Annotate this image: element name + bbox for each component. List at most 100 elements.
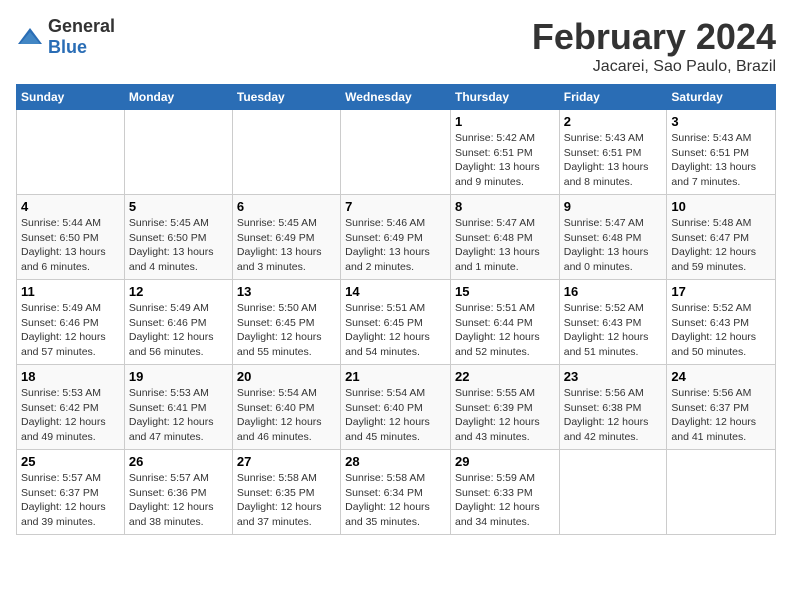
day-info: Sunrise: 5:45 AM Sunset: 6:50 PM Dayligh… xyxy=(129,216,228,275)
day-info: Sunrise: 5:45 AM Sunset: 6:49 PM Dayligh… xyxy=(237,216,336,275)
day-info: Sunrise: 5:49 AM Sunset: 6:46 PM Dayligh… xyxy=(129,301,228,360)
logo: General Blue xyxy=(16,16,115,58)
day-number: 22 xyxy=(455,369,555,384)
day-cell: 19 Sunrise: 5:53 AM Sunset: 6:41 PM Dayli… xyxy=(124,365,232,450)
day-number: 28 xyxy=(345,454,446,469)
calendar-table: SundayMondayTuesdayWednesdayThursdayFrid… xyxy=(16,84,776,535)
day-cell: 26Sunrise: 5:57 AM Sunset: 6:36 PM Dayli… xyxy=(124,450,232,535)
header: General Blue February 2024 Jacarei, Sao … xyxy=(16,16,776,76)
day-info: Sunrise: 5:49 AM Sunset: 6:46 PM Dayligh… xyxy=(21,301,120,360)
day-cell: 29Sunrise: 5:59 AM Sunset: 6:33 PM Dayli… xyxy=(450,450,559,535)
day-info: Sunrise: 5:57 AM Sunset: 6:36 PM Dayligh… xyxy=(129,471,228,530)
day-number: 15 xyxy=(455,284,555,299)
day-cell: 9 Sunrise: 5:47 AM Sunset: 6:48 PM Daylig… xyxy=(559,195,667,280)
day-cell: 22 Sunrise: 5:55 AM Sunset: 6:39 PM Dayli… xyxy=(450,365,559,450)
day-cell: 5 Sunrise: 5:45 AM Sunset: 6:50 PM Daylig… xyxy=(124,195,232,280)
day-cell: 16 Sunrise: 5:52 AM Sunset: 6:43 PM Dayli… xyxy=(559,280,667,365)
header-row: SundayMondayTuesdayWednesdayThursdayFrid… xyxy=(17,85,776,110)
day-cell: 21 Sunrise: 5:54 AM Sunset: 6:40 PM Dayli… xyxy=(341,365,451,450)
day-cell: 4 Sunrise: 5:44 AM Sunset: 6:50 PM Daylig… xyxy=(17,195,125,280)
logo-blue-text: Blue xyxy=(48,37,87,57)
day-cell: 11Sunrise: 5:49 AM Sunset: 6:46 PM Dayli… xyxy=(17,280,125,365)
day-cell: 8Sunrise: 5:47 AM Sunset: 6:48 PM Daylig… xyxy=(450,195,559,280)
day-cell xyxy=(232,110,340,195)
day-cell: 17Sunrise: 5:52 AM Sunset: 6:43 PM Dayli… xyxy=(667,280,776,365)
logo-general-text: General xyxy=(48,16,115,36)
day-number: 2 xyxy=(564,114,663,129)
day-info: Sunrise: 5:44 AM Sunset: 6:50 PM Dayligh… xyxy=(21,216,120,275)
column-header-saturday: Saturday xyxy=(667,85,776,110)
day-cell: 24Sunrise: 5:56 AM Sunset: 6:37 PM Dayli… xyxy=(667,365,776,450)
day-info: Sunrise: 5:47 AM Sunset: 6:48 PM Dayligh… xyxy=(564,216,663,275)
day-cell: 23 Sunrise: 5:56 AM Sunset: 6:38 PM Dayli… xyxy=(559,365,667,450)
day-number: 4 xyxy=(21,199,120,214)
day-cell: 7 Sunrise: 5:46 AM Sunset: 6:49 PM Daylig… xyxy=(341,195,451,280)
day-info: Sunrise: 5:57 AM Sunset: 6:37 PM Dayligh… xyxy=(21,471,120,530)
day-info: Sunrise: 5:43 AM Sunset: 6:51 PM Dayligh… xyxy=(671,131,771,190)
day-cell: 27 Sunrise: 5:58 AM Sunset: 6:35 PM Dayli… xyxy=(232,450,340,535)
day-info: Sunrise: 5:58 AM Sunset: 6:35 PM Dayligh… xyxy=(237,471,336,530)
day-cell: 20 Sunrise: 5:54 AM Sunset: 6:40 PM Dayli… xyxy=(232,365,340,450)
day-cell: 6 Sunrise: 5:45 AM Sunset: 6:49 PM Daylig… xyxy=(232,195,340,280)
week-row-1: 1Sunrise: 5:42 AM Sunset: 6:51 PM Daylig… xyxy=(17,110,776,195)
day-cell xyxy=(559,450,667,535)
logo-icon xyxy=(16,26,44,48)
column-header-wednesday: Wednesday xyxy=(341,85,451,110)
day-number: 13 xyxy=(237,284,336,299)
day-info: Sunrise: 5:52 AM Sunset: 6:43 PM Dayligh… xyxy=(564,301,663,360)
day-number: 21 xyxy=(345,369,446,384)
day-info: Sunrise: 5:54 AM Sunset: 6:40 PM Dayligh… xyxy=(345,386,446,445)
day-number: 3 xyxy=(671,114,771,129)
day-number: 1 xyxy=(455,114,555,129)
day-cell xyxy=(341,110,451,195)
day-cell: 18 Sunrise: 5:53 AM Sunset: 6:42 PM Dayli… xyxy=(17,365,125,450)
column-header-thursday: Thursday xyxy=(450,85,559,110)
day-cell: 12 Sunrise: 5:49 AM Sunset: 6:46 PM Dayli… xyxy=(124,280,232,365)
day-number: 12 xyxy=(129,284,228,299)
month-title: February 2024 xyxy=(532,16,776,58)
day-info: Sunrise: 5:53 AM Sunset: 6:42 PM Dayligh… xyxy=(21,386,120,445)
calendar-header: SundayMondayTuesdayWednesdayThursdayFrid… xyxy=(17,85,776,110)
day-number: 25 xyxy=(21,454,120,469)
day-number: 16 xyxy=(564,284,663,299)
day-number: 10 xyxy=(671,199,771,214)
day-number: 19 xyxy=(129,369,228,384)
title-area: February 2024 Jacarei, Sao Paulo, Brazil xyxy=(532,16,776,76)
day-info: Sunrise: 5:53 AM Sunset: 6:41 PM Dayligh… xyxy=(129,386,228,445)
day-number: 5 xyxy=(129,199,228,214)
day-number: 29 xyxy=(455,454,555,469)
day-cell: 3 Sunrise: 5:43 AM Sunset: 6:51 PM Daylig… xyxy=(667,110,776,195)
day-number: 20 xyxy=(237,369,336,384)
day-number: 9 xyxy=(564,199,663,214)
day-info: Sunrise: 5:43 AM Sunset: 6:51 PM Dayligh… xyxy=(564,131,663,190)
day-cell xyxy=(124,110,232,195)
day-cell: 1Sunrise: 5:42 AM Sunset: 6:51 PM Daylig… xyxy=(450,110,559,195)
column-header-tuesday: Tuesday xyxy=(232,85,340,110)
day-cell: 13Sunrise: 5:50 AM Sunset: 6:45 PM Dayli… xyxy=(232,280,340,365)
day-number: 18 xyxy=(21,369,120,384)
day-number: 23 xyxy=(564,369,663,384)
week-row-3: 11Sunrise: 5:49 AM Sunset: 6:46 PM Dayli… xyxy=(17,280,776,365)
day-info: Sunrise: 5:58 AM Sunset: 6:34 PM Dayligh… xyxy=(345,471,446,530)
day-number: 24 xyxy=(671,369,771,384)
day-number: 7 xyxy=(345,199,446,214)
day-info: Sunrise: 5:52 AM Sunset: 6:43 PM Dayligh… xyxy=(671,301,771,360)
day-info: Sunrise: 5:54 AM Sunset: 6:40 PM Dayligh… xyxy=(237,386,336,445)
column-header-friday: Friday xyxy=(559,85,667,110)
day-number: 27 xyxy=(237,454,336,469)
day-cell: 2 Sunrise: 5:43 AM Sunset: 6:51 PM Daylig… xyxy=(559,110,667,195)
day-cell: 25 Sunrise: 5:57 AM Sunset: 6:37 PM Dayli… xyxy=(17,450,125,535)
day-number: 14 xyxy=(345,284,446,299)
day-info: Sunrise: 5:46 AM Sunset: 6:49 PM Dayligh… xyxy=(345,216,446,275)
day-number: 6 xyxy=(237,199,336,214)
day-cell: 28 Sunrise: 5:58 AM Sunset: 6:34 PM Dayli… xyxy=(341,450,451,535)
day-info: Sunrise: 5:55 AM Sunset: 6:39 PM Dayligh… xyxy=(455,386,555,445)
day-cell: 14Sunrise: 5:51 AM Sunset: 6:45 PM Dayli… xyxy=(341,280,451,365)
day-info: Sunrise: 5:56 AM Sunset: 6:38 PM Dayligh… xyxy=(564,386,663,445)
week-row-2: 4 Sunrise: 5:44 AM Sunset: 6:50 PM Daylig… xyxy=(17,195,776,280)
calendar-body: 1Sunrise: 5:42 AM Sunset: 6:51 PM Daylig… xyxy=(17,110,776,535)
day-info: Sunrise: 5:48 AM Sunset: 6:47 PM Dayligh… xyxy=(671,216,771,275)
day-cell xyxy=(17,110,125,195)
column-header-sunday: Sunday xyxy=(17,85,125,110)
day-cell: 10 Sunrise: 5:48 AM Sunset: 6:47 PM Dayli… xyxy=(667,195,776,280)
